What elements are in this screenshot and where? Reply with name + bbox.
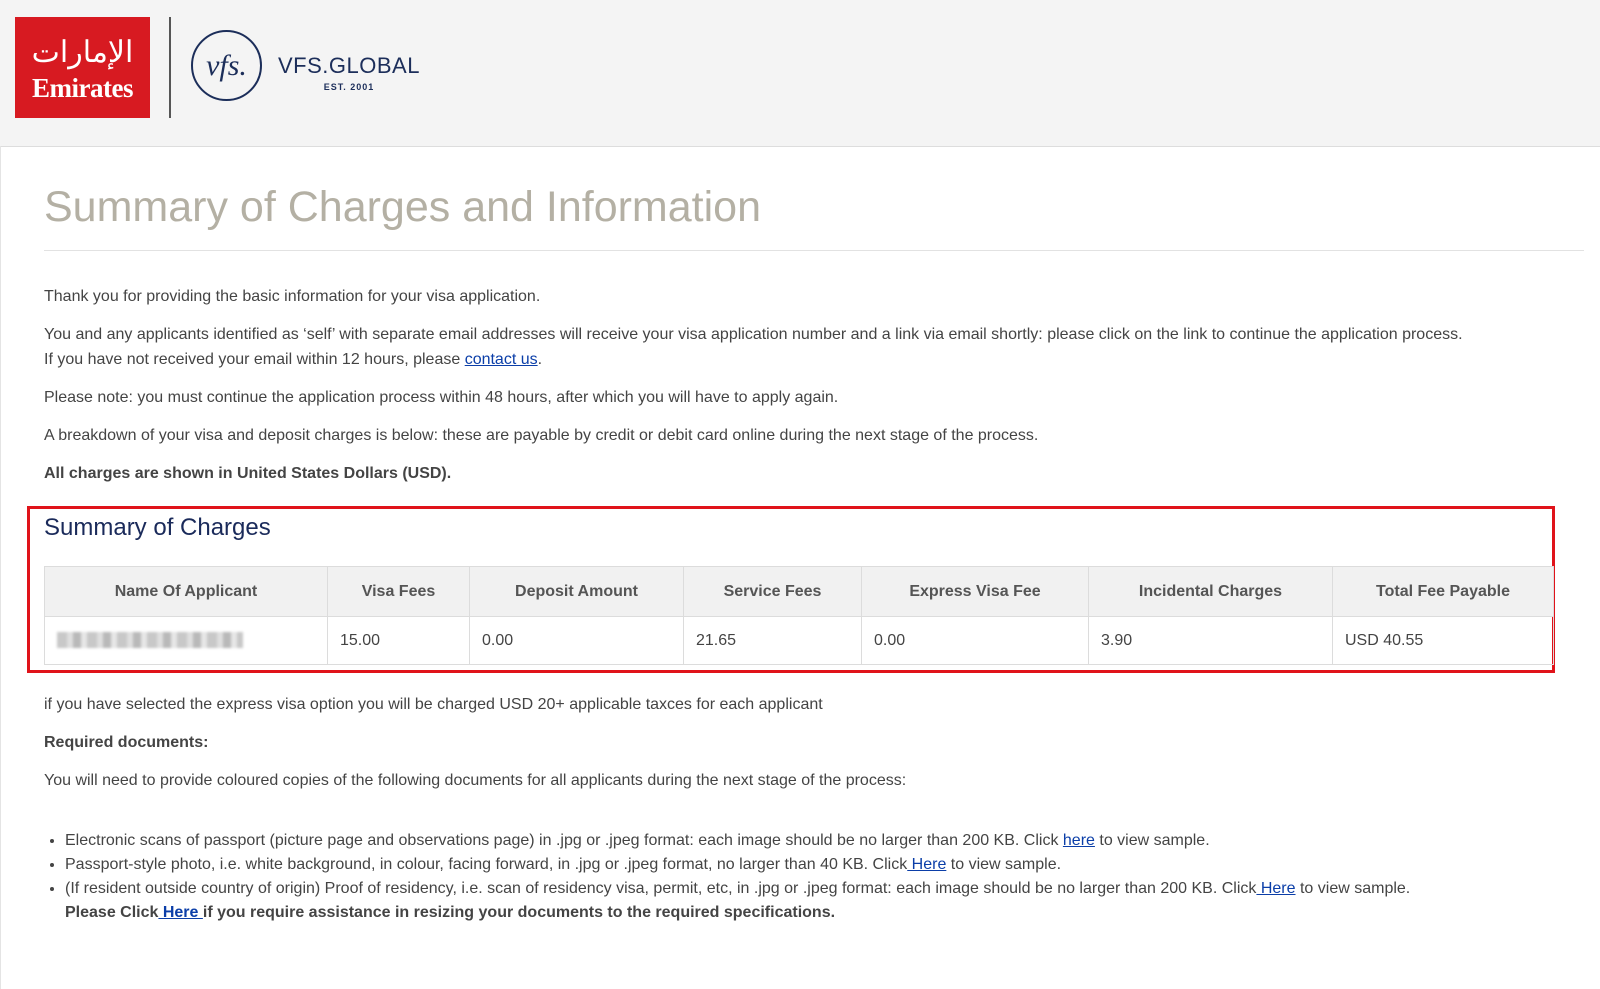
- deadline-note: Please note: you must continue the appli…: [44, 389, 839, 406]
- express-note: if you have selected the express visa op…: [44, 696, 823, 713]
- email-info-line1: You and any applicants identified as ‘se…: [44, 326, 1463, 343]
- cell-deposit-amount: 0.00: [469, 616, 684, 665]
- doc-passport-text: Electronic scans of passport (picture pa…: [65, 832, 1063, 849]
- cell-applicant-name: [44, 616, 328, 665]
- header-service-fees: Service Fees: [683, 566, 862, 617]
- doc-passport-suffix: to view sample.: [1094, 832, 1210, 849]
- cell-visa-fees: 15.00: [327, 616, 470, 665]
- vfs-est: EST. 2001: [323, 82, 375, 92]
- emirates-logo[interactable]: ﺍﻹﻣﺎﺭﺍﺕ Emirates: [15, 17, 150, 118]
- header-divider: [169, 17, 171, 118]
- vfs-monogram: vfs.: [206, 48, 247, 82]
- after-charges-section: if you have selected the express visa op…: [44, 692, 1584, 925]
- header-express-visa-fee: Express Visa Fee: [861, 566, 1089, 617]
- cell-service-fees: 21.65: [683, 616, 862, 665]
- residency-sample-link[interactable]: Here: [1256, 880, 1296, 897]
- main-content: Summary of Charges and Information Thank…: [27, 146, 1584, 921]
- intro-text: Thank you for providing the basic inform…: [44, 288, 541, 305]
- list-item: (If resident outside country of origin) …: [65, 877, 1584, 901]
- breakdown-note: A breakdown of your visa and deposit cha…: [44, 427, 1039, 444]
- emirates-logo-calligraphy: ﺍﻹﻣﺎﺭﺍﺕ: [31, 34, 134, 70]
- vfs-name: VFS.GLOBAL: [278, 53, 420, 78]
- email-info-line2: If you have not received your email with…: [44, 351, 465, 368]
- vfs-logo-icon[interactable]: vfs.: [191, 30, 262, 101]
- charges-table: Name Of Applicant Visa Fees Deposit Amou…: [44, 566, 1554, 665]
- currency-note: All charges are shown in United States D…: [44, 465, 452, 482]
- resize-help-link[interactable]: Here: [158, 904, 202, 921]
- header-total-fee-payable: Total Fee Payable: [1332, 566, 1554, 617]
- header-deposit-amount: Deposit Amount: [469, 566, 684, 617]
- header-visa-fees: Visa Fees: [327, 566, 470, 617]
- cell-total-fee-payable: USD 40.55: [1332, 616, 1554, 665]
- title-divider: [44, 250, 1584, 251]
- email-info-suffix: .: [537, 351, 543, 368]
- assist-suffix: if you require assistance in resizing yo…: [202, 904, 836, 921]
- emirates-logo-wordmark: Emirates: [32, 72, 133, 103]
- required-documents-heading: Required documents:: [44, 734, 209, 751]
- required-documents-list: Electronic scans of passport (picture pa…: [44, 829, 1584, 901]
- doc-photo-suffix: to view sample.: [946, 856, 1062, 873]
- email-info-text: You and any applicants identified as ‘se…: [44, 322, 1584, 372]
- header-name-of-applicant: Name Of Applicant: [44, 566, 328, 617]
- page-title: Summary of Charges and Information: [44, 183, 761, 231]
- doc-residency-suffix: to view sample.: [1295, 880, 1411, 897]
- doc-residency-text: (If resident outside country of origin) …: [65, 880, 1257, 897]
- list-item: Electronic scans of passport (picture pa…: [65, 829, 1584, 853]
- assist-prefix: Please Click: [65, 904, 159, 921]
- resize-assistance-text: Please Click Here if you require assista…: [44, 901, 1584, 925]
- content-left-border: [0, 146, 1, 989]
- redacted-applicant-name: [57, 632, 243, 649]
- charges-title: Summary of Charges: [44, 514, 271, 541]
- list-item: Passport-style photo, i.e. white backgro…: [65, 853, 1584, 877]
- vfs-logo-text: VFS.GLOBAL EST. 2001: [278, 53, 420, 93]
- charges-header-row: Name Of Applicant Visa Fees Deposit Amou…: [44, 566, 1554, 617]
- site-header: ﺍﻹﻣﺎﺭﺍﺕ Emirates vfs. VFS.GLOBAL EST. 20…: [0, 0, 1600, 147]
- cell-incidental-charges: 3.90: [1088, 616, 1333, 665]
- charges-highlight-box: Summary of Charges Name Of Applicant Vis…: [27, 506, 1555, 673]
- passport-sample-link[interactable]: here: [1063, 832, 1095, 849]
- cell-express-visa-fee: 0.00: [861, 616, 1089, 665]
- photo-sample-link[interactable]: Here: [907, 856, 947, 873]
- header-incidental-charges: Incidental Charges: [1088, 566, 1333, 617]
- doc-photo-text: Passport-style photo, i.e. white backgro…: [65, 856, 908, 873]
- contact-us-link[interactable]: contact us: [465, 351, 538, 368]
- table-row: 15.00 0.00 21.65 0.00 3.90 USD 40.55: [44, 616, 1554, 665]
- required-documents-intro: You will need to provide coloured copies…: [44, 772, 907, 789]
